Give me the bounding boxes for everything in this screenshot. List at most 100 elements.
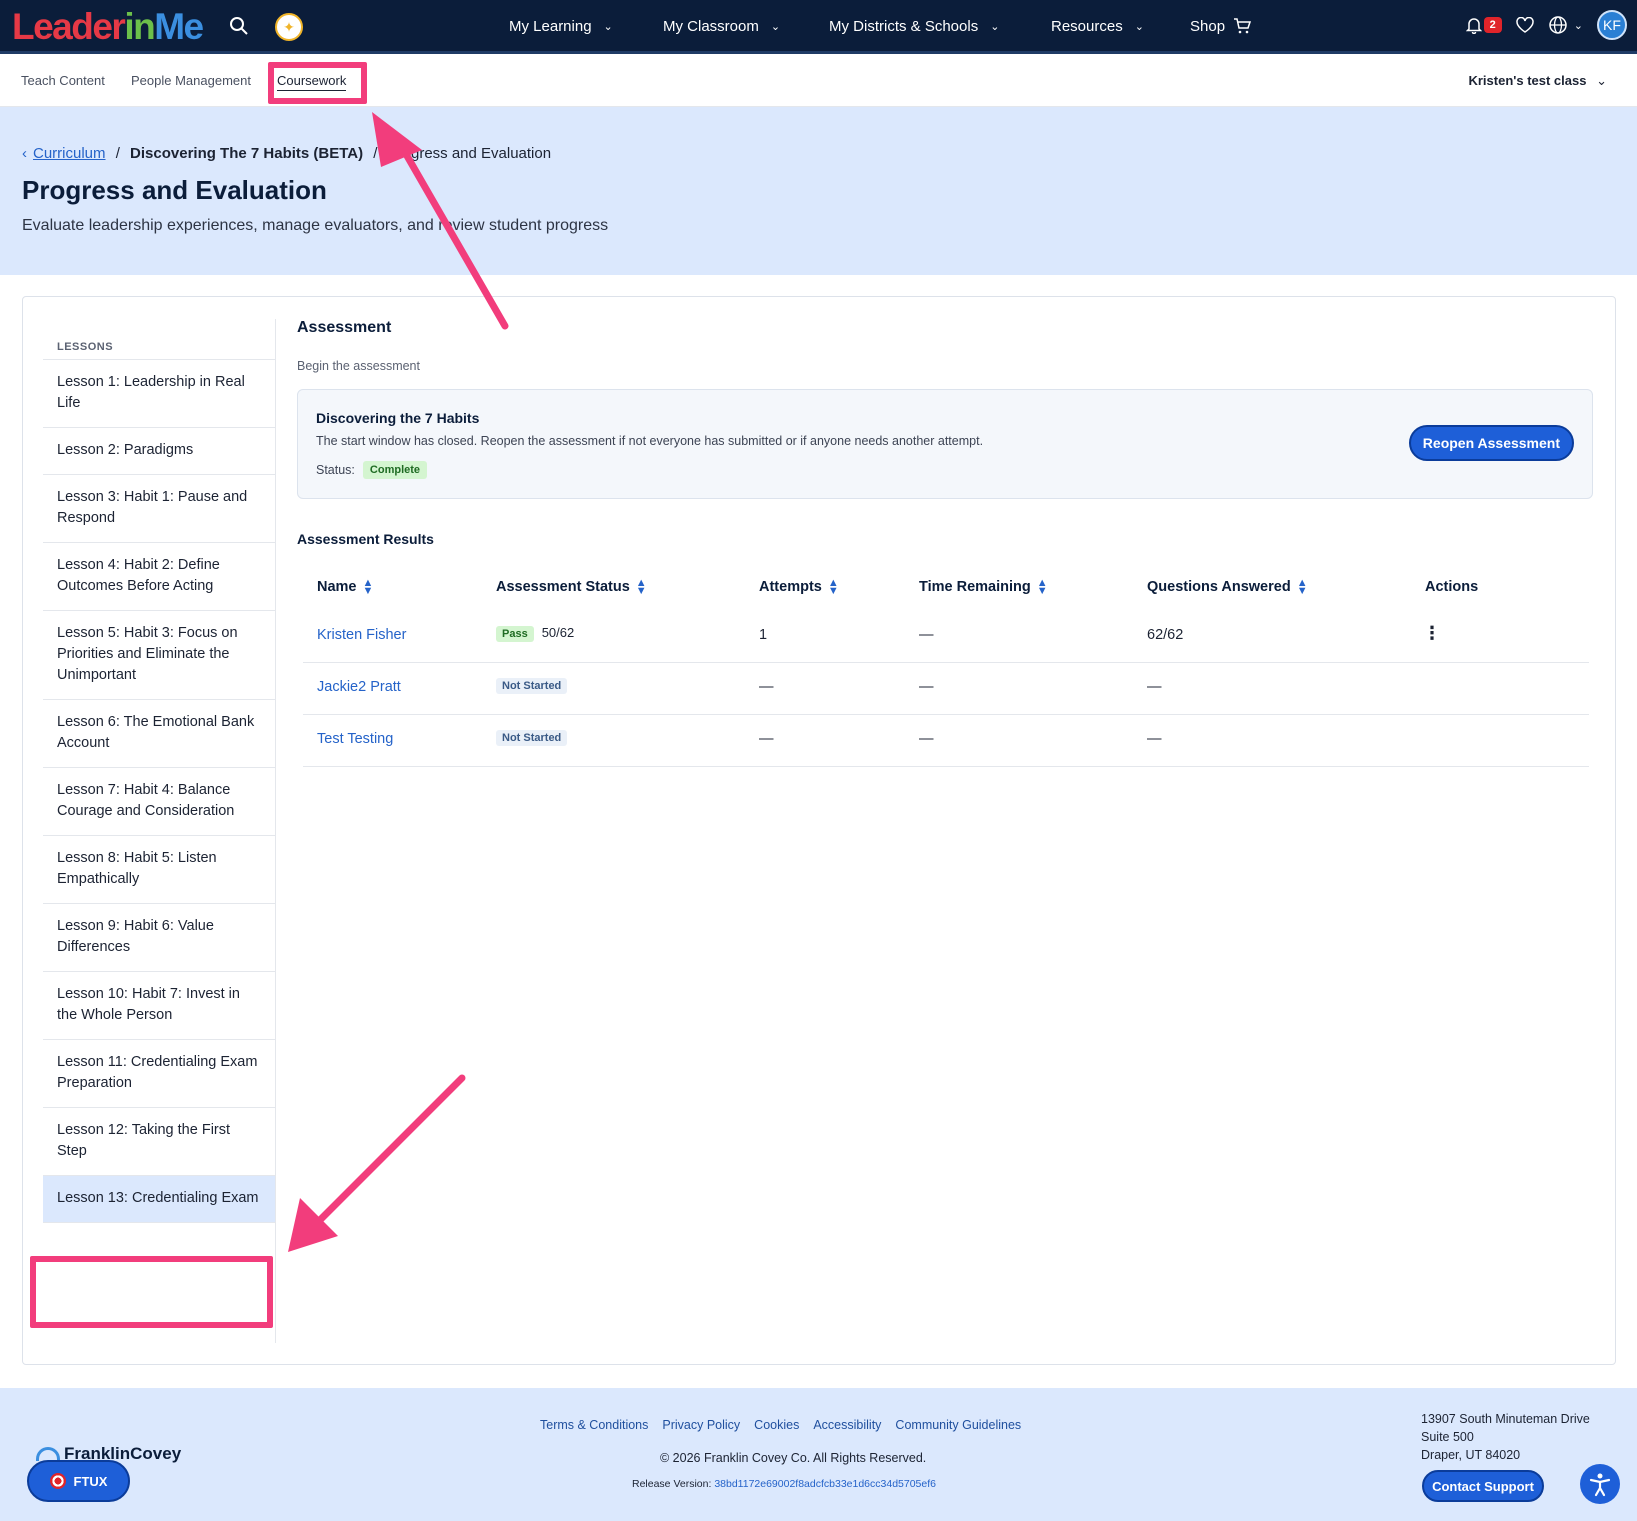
table-header: Name ▲ ▼ Assessment Status ▲ ▼ Attempts ▲ ▼ Ti… [303,565,1589,611]
sidebar-item-lesson-5[interactable]: Lesson 5: Habit 3: Focus on Priorities a… [43,611,275,700]
sidebar-item-lesson-10[interactable]: Lesson 10: Habit 7: Invest in the Whole … [43,972,275,1040]
column-header-questions-answered[interactable]: Questions Answered ▲ ▼ [1147,577,1308,597]
chevron-down-icon: ⌄ [603,20,613,33]
footer-link-terms[interactable]: Terms & Conditions [540,1418,648,1432]
reopen-assessment-button[interactable]: Reopen Assessment [1408,425,1574,461]
chevron-left-icon: ‹ [22,145,27,162]
chevron-down-icon: ⌄ [770,20,781,33]
breadcrumb-curriculum-link[interactable]: Curriculum [33,145,106,162]
lesson-13-highlight-box [30,1256,273,1328]
footer-link-privacy[interactable]: Privacy Policy [662,1418,740,1432]
column-header-time-remaining[interactable]: Time Remaining ▲ ▼ [919,577,1048,597]
student-name-link[interactable]: Jackie2 Pratt [317,679,401,695]
sidebar-item-lesson-8[interactable]: Lesson 8: Habit 5: Listen Empathically [43,836,275,904]
sidebar-item-lesson-7[interactable]: Lesson 7: Habit 4: Balance Courage and C… [43,768,275,836]
nav-shop[interactable]: Shop [1190,0,1252,52]
table-row: Jackie2 Pratt Not Started — — — [303,663,1589,715]
sidebar-item-lesson-1[interactable]: Lesson 1: Leadership in Real Life [43,360,275,428]
sidebar-item-lesson-12[interactable]: Lesson 12: Taking the First Step [43,1108,275,1176]
pass-badge: Pass [496,626,534,642]
leader-in-me-logo[interactable]: LeaderinMe [12,8,204,46]
sort-icon: ▲ ▼ [1036,577,1048,597]
student-name-link[interactable]: Test Testing [317,731,393,747]
more-actions-icon[interactable]: ⋮ [1423,623,1441,644]
nav-resources-label: Resources [1051,17,1123,35]
column-header-attempts[interactable]: Attempts ▲ ▼ [759,577,839,597]
results-title: Assessment Results [297,531,434,547]
sidebar-item-lesson-11[interactable]: Lesson 11: Credentialing Exam Preparatio… [43,1040,275,1108]
user-avatar[interactable]: KF [1597,10,1627,40]
release-hash[interactable]: 38bd1172e69002f8adcfcb33e1d6cc34d5705ef6 [714,1478,936,1490]
franklincovey-logo-mark [36,1447,60,1461]
address-line: Suite 500 [1421,1430,1474,1444]
sort-icon: ▲ ▼ [1296,577,1308,597]
sidebar-item-lesson-4[interactable]: Lesson 4: Habit 2: Define Outcomes Befor… [43,543,275,611]
footer-link-community[interactable]: Community Guidelines [895,1418,1021,1432]
chevron-down-icon: ⌄ [990,20,1000,33]
not-started-badge: Not Started [496,730,568,746]
assessment-status: Status: Complete [316,461,428,479]
nav-my-learning[interactable]: My Learning ⌄ [509,0,613,52]
results-table: Name ▲ ▼ Assessment Status ▲ ▼ Attempts ▲ ▼ Ti… [303,565,1589,767]
breadcrumb-course[interactable]: Discovering The 7 Habits (BETA) [130,145,363,162]
footer-link-cookies[interactable]: Cookies [754,1418,799,1432]
attempts-cell: — [759,731,774,747]
assessment-status-cell: Not Started [496,729,568,746]
breadcrumb-separator: / [373,145,378,162]
sidebar-item-lesson-6[interactable]: Lesson 6: The Emotional Bank Account [43,700,275,768]
not-started-badge: Not Started [496,678,568,694]
sidebar-item-lesson-13[interactable]: Lesson 13: Credentialing Exam [43,1176,275,1223]
company-address: 13907 South Minuteman Drive Suite 500 Dr… [1421,1410,1590,1464]
accessibility-icon [1589,1473,1611,1497]
sidebar-item-lesson-2[interactable]: Lesson 2: Paradigms [43,428,275,475]
accessibility-widget-button[interactable] [1580,1464,1620,1504]
attempts-cell: 1 [759,627,768,643]
footer-links: Terms & Conditions Privacy Policy Cookie… [540,1418,1021,1432]
score-text: 50/62 [541,625,575,640]
column-header-label: Assessment Status [496,579,630,595]
tab-people-management[interactable]: People Management [131,73,251,88]
assessment-subheading: Begin the assessment [297,359,420,373]
notifications-button[interactable]: 2 [1465,16,1502,34]
sparkle-ai-icon[interactable]: ✦ [275,13,303,41]
nav-shop-label: Shop [1190,17,1226,35]
top-navigation-bar: LeaderinMe ✦ My Learning ⌄ My Classroom ⌄ … [0,0,1637,54]
nav-my-classroom[interactable]: My Classroom ⌄ [663,0,780,52]
sort-icon: ▲ ▼ [635,577,647,597]
class-selector-dropdown[interactable]: Kristen's test class ⌄ [1468,73,1607,89]
page-title: Progress and Evaluation [22,175,327,205]
heart-icon[interactable] [1516,17,1534,33]
questions-answered-cell: — [1147,679,1162,695]
language-selector[interactable]: ⌄ [1548,15,1583,35]
status-badge: Complete [362,461,428,479]
breadcrumb: ‹ Curriculum / Discovering The 7 Habits (… [22,145,551,162]
student-name-link[interactable]: Kristen Fisher [317,627,406,643]
chevron-down-icon: ⌄ [1596,73,1607,88]
release-version: Release Version: 38bd1172e69002f8adcfcb3… [632,1478,936,1490]
contact-support-button[interactable]: Contact Support [1422,1470,1544,1502]
sort-icon: ▲ ▼ [827,577,839,597]
address-line: 13907 South Minuteman Drive [1421,1412,1590,1426]
assessment-content: Assessment Begin the assessment Discover… [297,319,1597,767]
nav-my-districts-schools[interactable]: My Districts & Schools ⌄ [829,0,999,52]
table-row: Test Testing Not Started — — — [303,715,1589,767]
nav-my-learning-label: My Learning [509,17,592,35]
ftux-button[interactable]: FTUX [27,1460,130,1502]
nav-my-classroom-label: My Classroom [663,17,759,35]
sub-navigation: Teach Content People Management Coursewo… [0,57,1637,107]
tab-teach-content[interactable]: Teach Content [21,73,105,88]
sidebar-item-lesson-3[interactable]: Lesson 3: Habit 1: Pause and Respond [43,475,275,543]
column-header-name[interactable]: Name ▲ ▼ [317,578,373,597]
nav-utilities: 2 ⌄ KF [1465,10,1627,40]
search-icon[interactable] [228,15,250,37]
notification-count-badge: 2 [1483,17,1502,33]
nav-resources[interactable]: Resources ⌄ [1051,0,1144,52]
questions-answered-cell: — [1147,731,1162,747]
lessons-heading: LESSONS [43,319,275,360]
column-header-status[interactable]: Assessment Status ▲ ▼ [496,577,647,597]
assessment-heading: Assessment [297,319,392,336]
assessment-box-title: Discovering the 7 Habits [316,410,480,426]
sidebar-item-lesson-9[interactable]: Lesson 9: Habit 6: Value Differences [43,904,275,972]
chevron-down-icon: ⌄ [1573,19,1583,32]
footer-link-accessibility[interactable]: Accessibility [813,1418,881,1432]
